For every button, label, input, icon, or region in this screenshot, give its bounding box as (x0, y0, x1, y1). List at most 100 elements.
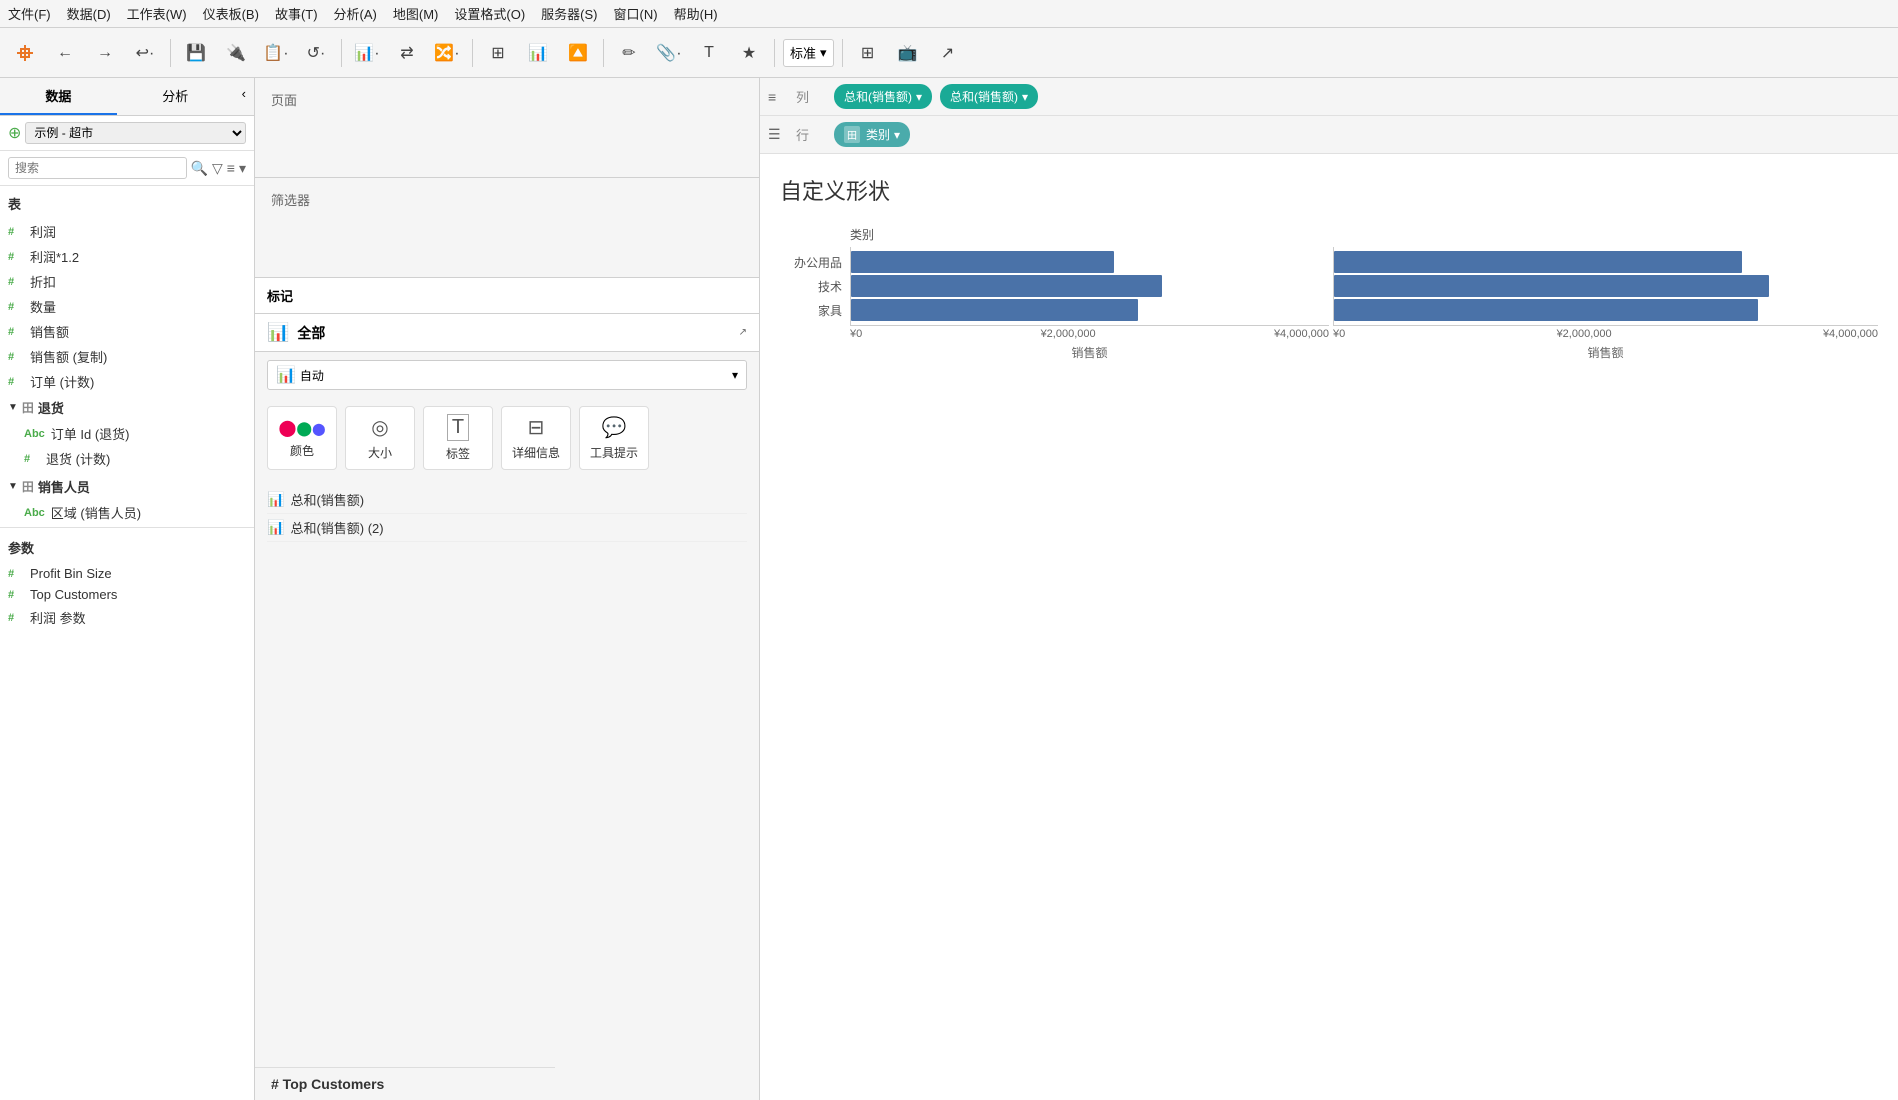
fit-btn[interactable]: ⊞ (851, 36, 885, 70)
group-btn[interactable]: ⊞ (481, 36, 515, 70)
field-icon-measure: # (24, 453, 40, 465)
field-icon-measure: # (8, 276, 24, 288)
marks-card-tooltip[interactable]: 💬 工具提示 (579, 406, 649, 470)
refresh-btn[interactable]: ↺· (299, 36, 333, 70)
field-icon-measure: # (8, 376, 24, 388)
hierarchy-btn[interactable]: 🔼 (561, 36, 595, 70)
col-pill-1-label: 总和(销售额) (844, 88, 912, 105)
returns-group-header[interactable]: ▼ 田 退货 (0, 394, 254, 421)
swap-btn[interactable]: ⇄ (390, 36, 424, 70)
add-datasource-btn[interactable]: 🔌 (219, 36, 253, 70)
x-label-0: ¥0 (850, 328, 862, 340)
tab-data[interactable]: 数据 (0, 78, 117, 115)
menu-worksheet[interactable]: 工作表(W) (127, 4, 187, 23)
color-dots-icon: ⬤⬤⬤ (278, 418, 325, 438)
forward-btn[interactable]: → (88, 36, 122, 70)
marks-card-label[interactable]: T 标签 (423, 406, 493, 470)
menu-help[interactable]: 帮助(H) (674, 4, 718, 23)
present-btn[interactable]: 📺 (891, 36, 925, 70)
share-btn[interactable]: ↗ (931, 36, 965, 70)
new-datasource-btn[interactable]: 📋· (259, 36, 293, 70)
field-order-count[interactable]: # 订单 (计数) (0, 369, 254, 394)
columns-shelf: ≡ 列 总和(销售额) ▾ 总和(销售额) ▾ (760, 78, 1898, 116)
field-label: 销售额 (30, 322, 69, 341)
field-sales[interactable]: # 销售额 (0, 319, 254, 344)
save-btn[interactable]: 💾 (179, 36, 213, 70)
col-pill-1-arrow: ▾ (916, 90, 922, 104)
category-header-label: 类别 (850, 226, 874, 243)
field-label: Profit Bin Size (30, 566, 112, 581)
pages-label: 页面 (271, 90, 743, 109)
row-pill-1[interactable]: 田 类别 ▾ (834, 122, 910, 147)
marks-type-dropdown[interactable]: 📊 自动 ▾ (267, 360, 747, 390)
field-label: 利润 (30, 222, 56, 241)
field-profit-12[interactable]: # 利润*1.2 (0, 244, 254, 269)
menu-dashboard[interactable]: 仪表板(B) (203, 4, 259, 23)
redo-btn[interactable]: ↩· (128, 36, 162, 70)
menu-data[interactable]: 数据(D) (67, 4, 111, 23)
sidebar-collapse-btn[interactable]: ‹ (234, 78, 254, 115)
dropdown-arrow-icon: ▾ (732, 368, 738, 382)
marks-type-label: 自动 (300, 367, 728, 384)
field-icon-dimension: Abc (24, 428, 45, 440)
field-region[interactable]: Abc 区域 (销售人员) (0, 500, 254, 525)
star-btn[interactable]: ★ (732, 36, 766, 70)
salesperson-group-label: 销售人员 (38, 477, 90, 496)
pen-btn[interactable]: ✏ (612, 36, 646, 70)
marks-card-detail[interactable]: ⊟ 详细信息 (501, 406, 571, 470)
detail-icon: ⊟ (528, 415, 545, 440)
field-profit[interactable]: # 利润 (0, 219, 254, 244)
param-profit-bin[interactable]: # Profit Bin Size (0, 563, 254, 584)
tab-analysis[interactable]: 分析 (117, 78, 234, 115)
filter-icon[interactable]: ▽ (212, 160, 223, 177)
menu-analysis[interactable]: 分析(A) (334, 4, 377, 23)
tableau-logo-btn[interactable] (8, 36, 42, 70)
data-source-selector: ⊕ 示例 - 超市 (0, 116, 254, 151)
view-toggle-icon[interactable]: ▾ (239, 160, 246, 177)
chart-type-btn[interactable]: 📊· (350, 36, 384, 70)
menu-server[interactable]: 服务器(S) (541, 4, 597, 23)
cat-label-3: 家具 (780, 302, 842, 319)
col-pill-1[interactable]: 总和(销售额) ▾ (834, 84, 932, 109)
field-label: 订单 (计数) (30, 372, 94, 391)
search-input[interactable] (8, 157, 187, 179)
field-sales-copy[interactable]: # 销售额 (复制) (0, 344, 254, 369)
field-returns-count[interactable]: # 退货 (计数) (0, 446, 254, 471)
marks-all-row[interactable]: 📊 全部 ↗ (255, 314, 759, 352)
field-quantity[interactable]: # 数量 (0, 294, 254, 319)
cat-label-2: 技术 (780, 278, 842, 295)
menu-map[interactable]: 地图(M) (393, 4, 439, 23)
back-btn[interactable]: ← (48, 36, 82, 70)
right-x-label-2: ¥4,000,000 (1823, 328, 1878, 340)
bar-icon-1: 📊 (267, 491, 284, 508)
menu-window[interactable]: 窗口(N) (614, 4, 658, 23)
menu-file[interactable]: 文件(F) (8, 4, 51, 23)
view-icon[interactable]: ≡ (227, 160, 235, 176)
chevron-down-icon: ▼ (8, 402, 18, 413)
salesperson-group-header[interactable]: ▼ 田 销售人员 (0, 473, 254, 500)
marks-field-sales2[interactable]: 📊 总和(销售额) (2) (267, 514, 747, 542)
field-icon-measure: # (8, 351, 24, 363)
marks-card-size[interactable]: ◎ 大小 (345, 406, 415, 470)
menu-story[interactable]: 故事(T) (275, 4, 318, 23)
text-btn[interactable]: T (692, 36, 726, 70)
pin-btn[interactable]: 📎· (652, 36, 686, 70)
sort-btn[interactable]: 🔀· (430, 36, 464, 70)
label-btn[interactable]: 📊 (521, 36, 555, 70)
param-top-customers[interactable]: # Top Customers (0, 584, 254, 605)
params-title: 参数 (0, 532, 254, 563)
right-bar-row-2 (1334, 275, 1878, 297)
marks-card-color[interactable]: ⬤⬤⬤ 颜色 (267, 406, 337, 470)
col-pill-2[interactable]: 总和(销售额) ▾ (940, 84, 1038, 109)
menu-format[interactable]: 设置格式(O) (454, 4, 525, 23)
marks-field-sales1[interactable]: 📊 总和(销售额) (267, 486, 747, 514)
field-order-id-returns[interactable]: Abc 订单 Id (退货) (0, 421, 254, 446)
param-profit[interactable]: # 利润 参数 (0, 605, 254, 630)
data-source-dropdown[interactable]: 示例 - 超市 (25, 122, 246, 144)
view-dropdown[interactable]: 标准 ▾ (783, 39, 834, 67)
marks-cards: ⬤⬤⬤ 颜色 ◎ 大小 T 标签 ⊟ 详细信息 💬 工具提示 (255, 398, 759, 478)
field-discount[interactable]: # 折扣 (0, 269, 254, 294)
pages-section: 页面 (255, 78, 759, 178)
search-icon[interactable]: 🔍 (191, 160, 208, 177)
field-label: 数量 (30, 297, 56, 316)
